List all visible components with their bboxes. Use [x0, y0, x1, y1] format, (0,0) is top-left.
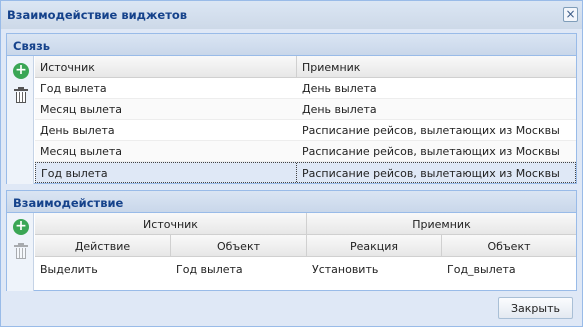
group-header-source: Источник — [35, 213, 307, 234]
interaction-grid-header: Действие Объект Реакция Объект — [35, 235, 576, 257]
interaction-grid: Источник Приемник Действие Объект Реакци… — [35, 213, 576, 281]
dialog-titlebar[interactable]: Взаимодействие виджетов × — [1, 1, 582, 29]
interaction-panel-title: Взаимодействие — [7, 191, 576, 213]
row-reaction: Установить — [312, 263, 379, 276]
column-header-action[interactable]: Действие — [35, 235, 171, 256]
row-source-object: Год вылета — [176, 263, 243, 276]
delete-interaction-icon[interactable] — [13, 243, 29, 259]
row-source: День вылета — [40, 124, 115, 137]
column-header-source-object[interactable]: Объект — [171, 235, 307, 256]
column-header-target-object[interactable]: Объект — [442, 235, 576, 256]
row-target-object: Год_вылета — [447, 263, 516, 276]
column-header-reaction[interactable]: Реакция — [307, 235, 442, 256]
group-header-target: Приемник — [412, 218, 471, 231]
table-row[interactable]: День вылета Расписание рейсов, вылетающи… — [35, 120, 576, 141]
row-source: Месяц вылета — [40, 145, 123, 158]
add-interaction-icon[interactable]: + — [13, 219, 29, 235]
dialog-title: Взаимодействие виджетов — [7, 8, 188, 22]
row-target: День вылета — [302, 103, 377, 116]
add-link-icon[interactable]: + — [13, 63, 29, 79]
row-target: День вылета — [302, 82, 377, 95]
link-grid-header: Источник Приемник — [35, 56, 576, 78]
widget-interaction-dialog: Взаимодействие виджетов × Связь + Источн… — [0, 0, 583, 327]
row-target: Расписание рейсов, вылетающих из Москвы — [302, 167, 560, 180]
table-row[interactable]: Год вылета День вылета — [35, 78, 576, 99]
column-header-source[interactable]: Источник — [35, 56, 297, 77]
link-grid: Источник Приемник Год вылета День вылета… — [35, 56, 576, 183]
table-row[interactable]: Месяц вылета Расписание рейсов, вылетающ… — [35, 141, 576, 162]
row-action: Выделить — [40, 263, 98, 276]
row-source: Год вылета — [40, 82, 107, 95]
row-source: Месяц вылета — [40, 103, 123, 116]
link-panel-title: Связь — [7, 34, 576, 56]
column-header-target[interactable]: Приемник — [297, 56, 576, 77]
interaction-panel: Взаимодействие + Источник Приемник Дейст… — [6, 190, 577, 291]
close-icon[interactable]: × — [563, 7, 578, 22]
interaction-toolbar: + — [7, 213, 34, 291]
link-toolbar: + — [7, 56, 34, 184]
interaction-grid-group-header: Источник Приемник — [35, 213, 576, 235]
row-target: Расписание рейсов, вылетающих из Москвы — [302, 124, 560, 137]
table-row[interactable]: Месяц вылета День вылета — [35, 99, 576, 120]
delete-link-icon[interactable] — [13, 87, 29, 103]
row-source: Год вылета — [36, 163, 297, 182]
link-panel: Связь + Источник Приемник Год вылета Ден… — [6, 33, 577, 184]
table-row[interactable]: Выделить Год вылета Установить Год_вылет… — [35, 257, 576, 281]
table-row-selected[interactable]: Год вылета Расписание рейсов, вылетающих… — [35, 162, 576, 183]
close-button[interactable]: Закрыть — [498, 297, 573, 319]
row-target: Расписание рейсов, вылетающих из Москвы — [302, 145, 560, 158]
